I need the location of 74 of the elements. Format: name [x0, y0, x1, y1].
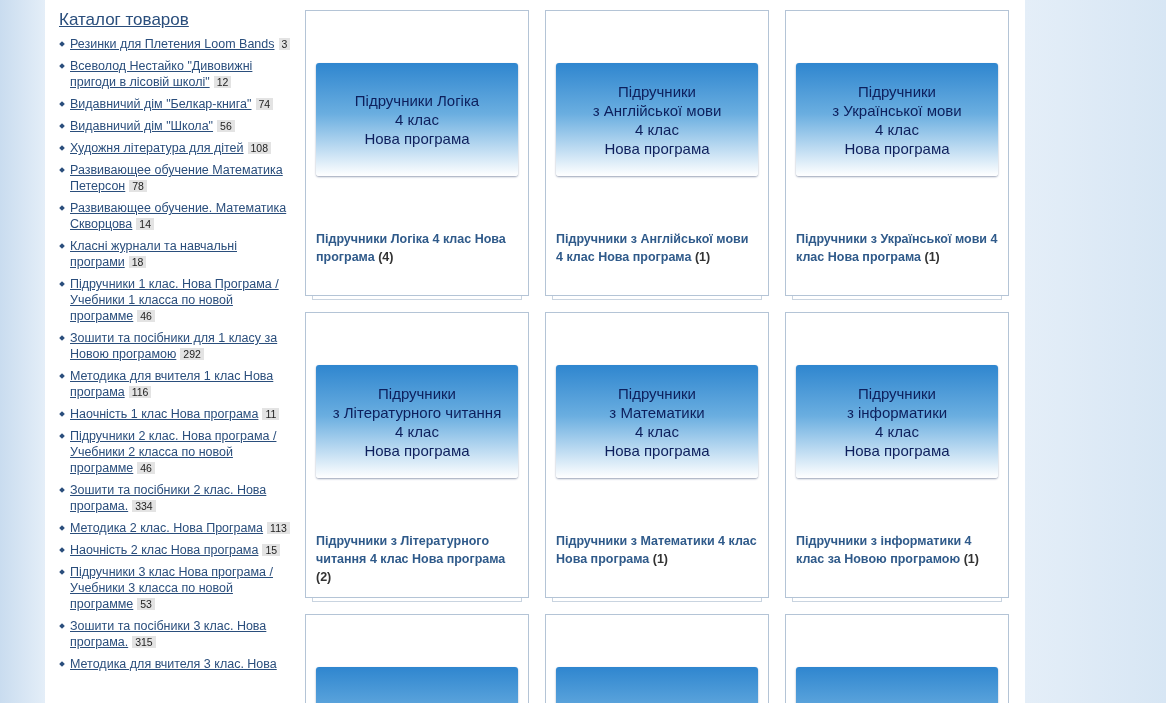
- category-banner[interactable]: Підручники з Англійської мови 4 клас Нова програма: [556, 63, 758, 176]
- category-title[interactable]: Підручники з Української мови 4 клас Нова програма (1): [796, 230, 998, 266]
- banner-text: з Літературного читання: [332, 402, 502, 422]
- banner-text: Підручники: [858, 81, 936, 101]
- banner-text: з Української мови: [832, 100, 962, 120]
- category-banner[interactable]: Підручники з Математики 4 клас Нова програма: [556, 365, 758, 478]
- category-link[interactable]: Підручники 1 клас. Нова Програма / Учебники 1 класса по новой программе 46: [70, 276, 295, 324]
- bullet-icon: [59, 63, 65, 69]
- category-link[interactable]: Резинки для Плетения Loom Bands 3: [70, 36, 295, 52]
- category-banner[interactable]: Підручники Логіка 4 клас Нова програма: [316, 63, 518, 176]
- bullet-icon: [59, 145, 65, 151]
- category-link[interactable]: Зошити та посібники для 1 класу за Новою програмою 292: [70, 330, 295, 362]
- banner-text: 4 клас: [635, 421, 679, 441]
- banner-text: Нова програма: [844, 138, 950, 158]
- category-banner[interactable]: Підручники з Української мови 4 клас Нова програма: [796, 63, 998, 176]
- bullet-icon: [59, 101, 65, 107]
- category-title[interactable]: Підручники з Математики 4 клас Нова програма (1): [556, 532, 758, 568]
- banner-text: Підручники: [858, 383, 936, 403]
- bullet-icon: [59, 41, 65, 47]
- category-link[interactable]: Развивающее обучение Математика Петерсон 78: [70, 162, 295, 194]
- banner-text: 4 клас: [395, 421, 439, 441]
- category-title[interactable]: Підручники з Англійської мови 4 клас Нова програма (1): [556, 230, 758, 266]
- category-link[interactable]: Методика 2 клас. Нова Програма 113: [70, 520, 295, 536]
- category-link[interactable]: Підручники 3 клас Нова програма / Учебники 3 класса по новой программе 53: [70, 564, 295, 612]
- bullet-icon: [59, 411, 65, 417]
- category-link[interactable]: Підручники 2 клас. Нова програма / Учебники 2 класса по новой программе 46: [70, 428, 295, 476]
- category-link[interactable]: Развивающее обучение. Математика Скворцова 14: [70, 200, 295, 232]
- category-link[interactable]: Художня література для дітей 108: [70, 140, 295, 156]
- catalog-heading[interactable]: Каталог товаров: [59, 10, 189, 30]
- banner-text: Нова програма: [364, 129, 470, 148]
- category-link[interactable]: Зошити та посібники 2 клас. Нова програма. 334: [70, 482, 295, 514]
- banner-text: Нова програма: [604, 440, 710, 460]
- bullet-icon: [59, 623, 65, 629]
- bullet-icon: [59, 525, 65, 531]
- category-link[interactable]: Видавничий дім "Белкар-книга" 74: [70, 96, 295, 112]
- banner-text: Підручники: [378, 383, 456, 403]
- category-title[interactable]: Підручники з інформатики 4 клас за Новою програмою (1): [796, 532, 998, 568]
- category-link[interactable]: Видавничий дім "Школа" 56: [70, 118, 295, 134]
- bullet-icon: [59, 281, 65, 287]
- banner-text: 4 клас: [875, 119, 919, 139]
- banner-text: 4 клас: [635, 119, 679, 139]
- bullet-icon: [59, 123, 65, 129]
- bullet-icon: [59, 373, 65, 379]
- banner-text: 4 клас: [875, 421, 919, 441]
- bullet-icon: [59, 335, 65, 341]
- banner-text: Нова програма: [604, 138, 710, 158]
- banner-text: Нова програма: [364, 440, 470, 460]
- bullet-icon: [59, 167, 65, 173]
- banner-text: 4 клас: [395, 110, 439, 129]
- banner-text: з Математики: [609, 402, 705, 422]
- category-link[interactable]: Методика для вчителя 1 клас Нова програма 116: [70, 368, 295, 400]
- category-link[interactable]: Класні журнали та навчальні програми 18: [70, 238, 295, 270]
- category-title[interactable]: Підручники Логіка 4 клас Нова програма (4): [316, 230, 518, 266]
- category-link[interactable]: Наочність 1 клас Нова програма 11: [70, 406, 295, 422]
- banner-text: Підручники: [618, 383, 696, 403]
- category-link[interactable]: Зошити та посібники 3 клас. Нова програма. 315: [70, 618, 295, 650]
- bullet-icon: [59, 547, 65, 553]
- bullet-icon: [59, 243, 65, 249]
- category-title[interactable]: Підручники з Літературного читання 4 клас Нова програма (2): [316, 532, 518, 586]
- banner-text: Підручники Логіка: [354, 91, 480, 110]
- category-banner[interactable]: Підручники з Літературного читання 4 клас Нова програма: [316, 365, 518, 478]
- bullet-icon: [59, 661, 65, 667]
- category-link[interactable]: Всеволод Нестайко "Дивовижні пригоди в лісовій школі" 12: [70, 58, 295, 90]
- category-link[interactable]: Методика для вчителя 3 клас. Нова: [70, 656, 295, 672]
- bullet-icon: [59, 487, 65, 493]
- category-banner[interactable]: Підручники з інформатики 4 клас Нова програма: [796, 365, 998, 478]
- banner-text: з Англійської мови: [592, 100, 722, 120]
- bullet-icon: [59, 569, 65, 575]
- category-link[interactable]: Наочність 2 клас Нова програма 15: [70, 542, 295, 558]
- bullet-icon: [59, 205, 65, 211]
- bullet-icon: [59, 433, 65, 439]
- banner-text: Підручники: [618, 81, 696, 101]
- banner-text: Нова програма: [844, 440, 950, 460]
- banner-text: з інформатики: [846, 402, 948, 422]
